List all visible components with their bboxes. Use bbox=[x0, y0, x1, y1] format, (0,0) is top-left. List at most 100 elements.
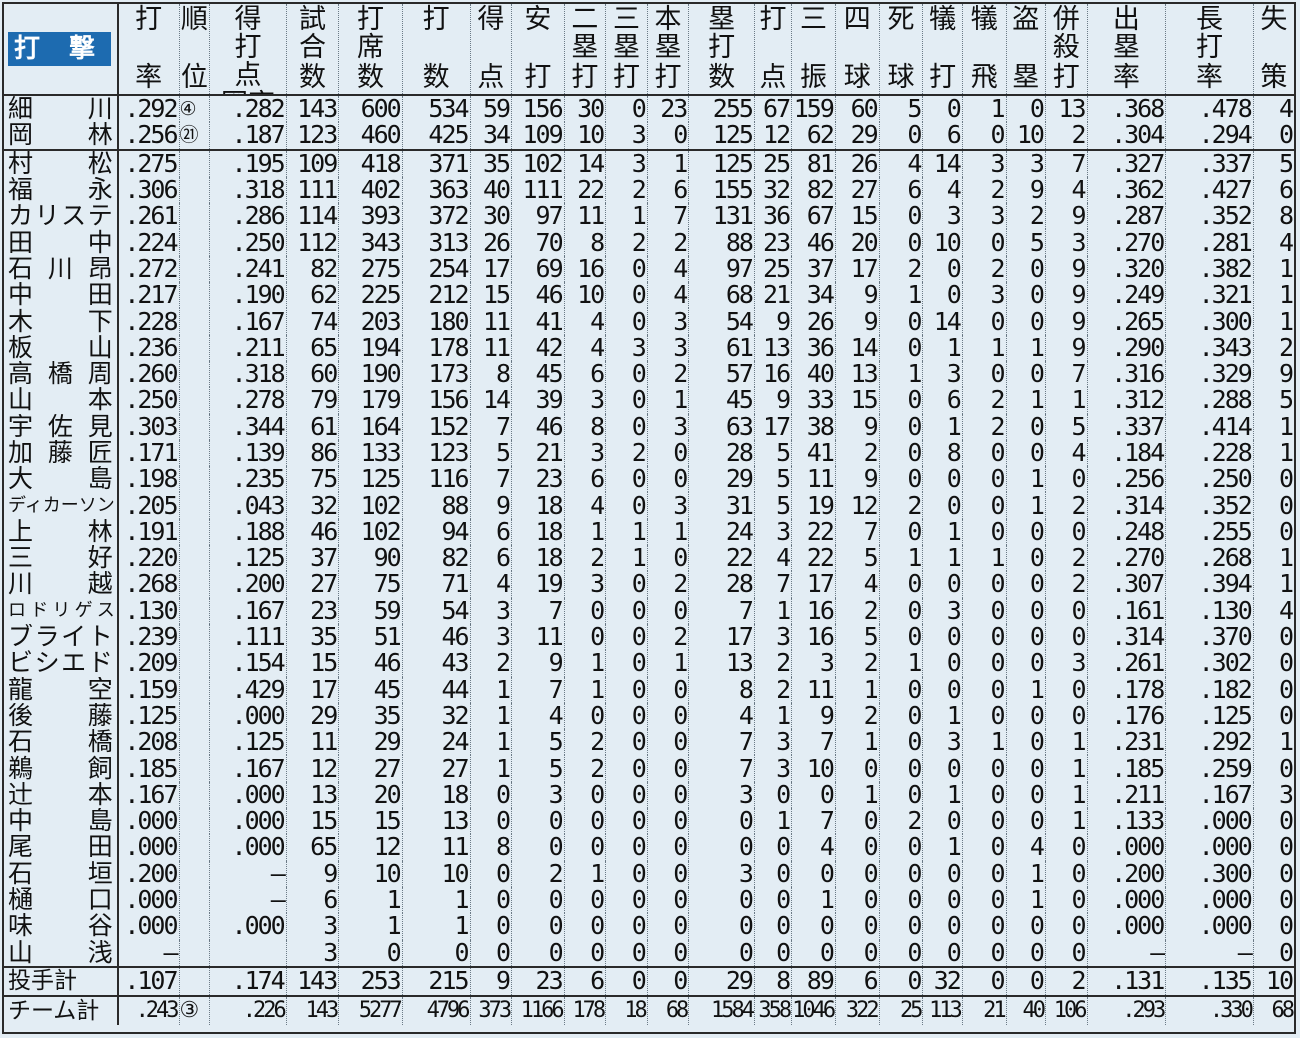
stat-cell: 7 bbox=[1044, 360, 1088, 388]
stat-cell: 75 bbox=[285, 466, 339, 493]
stat-cell: 68 bbox=[688, 282, 755, 309]
stat-cell: 0 bbox=[753, 913, 792, 940]
column-header-top: 試合 bbox=[299, 4, 326, 63]
player-row: 宇佐見 .303.344 61 164 152 7 46 8 0 3 63 17 38 9 0 1 2 0 5.33… bbox=[4, 413, 1294, 440]
stat-cell: 1 bbox=[753, 597, 792, 624]
player-name: カリステ bbox=[4, 203, 119, 230]
stat-cell: 4 bbox=[688, 702, 755, 730]
stat-cell: 0 bbox=[961, 860, 1007, 887]
column-header: 打席数 bbox=[338, 4, 403, 96]
stat-cell: .287 bbox=[1086, 203, 1166, 230]
player-row: 木下 .228.167 74 203 180 11 41 4 0 3 54 9 26 9 0 14 0 0 9.26… bbox=[4, 308, 1294, 335]
column-header-top: 三 bbox=[800, 4, 828, 35]
stat-cell: .314 bbox=[1086, 492, 1166, 519]
stat-cell: 0 bbox=[511, 913, 565, 940]
stat-cell: 5 bbox=[1252, 148, 1294, 177]
stat-cell: 114 bbox=[285, 203, 339, 230]
column-header: 盗塁 bbox=[1005, 4, 1046, 96]
stat-cell: 0 bbox=[753, 834, 792, 861]
stat-cell: .211 bbox=[209, 334, 287, 361]
stat-cell: 4 bbox=[1252, 95, 1294, 123]
stat-cell: 1 bbox=[401, 886, 471, 914]
stat-cell: 0 bbox=[1252, 860, 1294, 887]
stat-cell: 9 bbox=[285, 860, 339, 887]
rank-cell bbox=[178, 781, 210, 809]
stat-cell: 79 bbox=[285, 387, 339, 414]
stat-cell: 0 bbox=[605, 387, 648, 414]
stat-cell: 0 bbox=[469, 808, 512, 835]
stat-cell: .394 bbox=[1165, 571, 1254, 598]
stat-cell: 1 bbox=[469, 676, 512, 703]
stat-cell: 81 bbox=[791, 148, 836, 177]
stat-cell: 0 bbox=[961, 492, 1007, 519]
rank-cell bbox=[178, 229, 210, 256]
stat-cell: .209 bbox=[117, 650, 180, 677]
stat-cell: 17 bbox=[753, 413, 792, 440]
stat-cell: 7 bbox=[791, 808, 836, 835]
column-header-bottom: 振 bbox=[800, 62, 828, 93]
stat-cell: 22 bbox=[563, 176, 606, 204]
stat-cell: 15 bbox=[469, 282, 512, 309]
stat-cell: 4 bbox=[922, 176, 963, 204]
stat-cell: 0 bbox=[1005, 360, 1046, 388]
stat-cell: 1 bbox=[469, 729, 512, 756]
stat-cell: 88 bbox=[688, 229, 755, 256]
player-row: 辻本 .167.000 13 20 18 0 3 0 0 0 3 0 0 1 0 1 0 0 1.211.167 3 bbox=[4, 781, 1294, 809]
stat-cell: .272 bbox=[117, 255, 180, 283]
column-header: 二塁打 bbox=[563, 4, 606, 96]
stat-cell: 0 bbox=[922, 808, 963, 835]
stat-cell: 7 bbox=[511, 597, 565, 624]
stat-cell: 0 bbox=[791, 860, 836, 887]
stat-cell: 1 bbox=[1044, 808, 1088, 835]
stat-cell: 34 bbox=[791, 282, 836, 309]
stat-cell: 112 bbox=[285, 229, 339, 256]
rank-cell bbox=[178, 176, 210, 204]
stat-cell: 0 bbox=[878, 334, 923, 361]
stat-cell: 0 bbox=[1044, 886, 1088, 914]
stat-cell: 17 bbox=[285, 676, 339, 703]
player-row: ブライト .239.111 35 51 46 3 11 0 0 2 17 3 16 5 0 0 0 0 0.314.… bbox=[4, 623, 1294, 651]
stat-cell: 20 bbox=[834, 229, 880, 256]
stat-cell: — bbox=[1165, 939, 1254, 967]
stat-cell: 11 bbox=[791, 466, 836, 493]
stat-cell bbox=[209, 939, 287, 967]
stat-cell: 26 bbox=[469, 229, 512, 256]
column-header: 失策 bbox=[1252, 4, 1294, 96]
stat-cell: 109 bbox=[285, 148, 339, 177]
stat-cell: 32 bbox=[285, 492, 339, 519]
stat-cell: 143 bbox=[285, 965, 339, 996]
stat-cell: 9 bbox=[753, 387, 792, 414]
player-name: 福永 bbox=[4, 176, 119, 204]
stat-cell: 15 bbox=[338, 808, 403, 835]
stat-cell: 2 bbox=[961, 387, 1007, 414]
stat-cell: 1 bbox=[1005, 492, 1046, 519]
stat-cell: .275 bbox=[117, 148, 180, 177]
stat-cell: 0 bbox=[1005, 571, 1046, 598]
stat-cell: 0 bbox=[1005, 545, 1046, 572]
stat-cell: 0 bbox=[1252, 650, 1294, 677]
stat-cell: .261 bbox=[1086, 650, 1166, 677]
stat-cell: 0 bbox=[1044, 623, 1088, 651]
stat-cell: 460 bbox=[338, 122, 403, 150]
stat-cell: 0 bbox=[646, 676, 689, 703]
stat-cell: 179 bbox=[338, 387, 403, 414]
stat-cell: .306 bbox=[117, 176, 180, 204]
stat-cell: — bbox=[1086, 939, 1166, 967]
player-row: 岡林 .256 ㉑ .187 123 460 425 34 109 10 3 0 125 12 62 29 0 6… bbox=[4, 122, 1294, 150]
stat-cell: .248 bbox=[1086, 518, 1166, 546]
stat-cell: 7 bbox=[1044, 148, 1088, 177]
batting-stats-table: 打 撃 打率順位得打点圏率試合数打席数打数得点安打二塁打三塁打本塁打塁打数打点三… bbox=[4, 4, 1294, 1025]
stat-cell: 19 bbox=[791, 492, 836, 519]
stat-cell: 11 bbox=[469, 334, 512, 361]
stat-cell: .043 bbox=[209, 492, 287, 519]
stat-cell: .200 bbox=[117, 860, 180, 887]
stat-cell: 11 bbox=[285, 729, 339, 756]
stat-cell: .208 bbox=[117, 729, 180, 756]
stat-cell: .167 bbox=[209, 308, 287, 335]
stat-cell: 1 bbox=[605, 203, 648, 230]
stat-cell: 4 bbox=[563, 308, 606, 335]
stat-cell: 7 bbox=[469, 466, 512, 493]
stat-cell: 5 bbox=[834, 545, 880, 572]
stat-cell: 0 bbox=[922, 255, 963, 283]
stat-cell: 156 bbox=[401, 387, 471, 414]
